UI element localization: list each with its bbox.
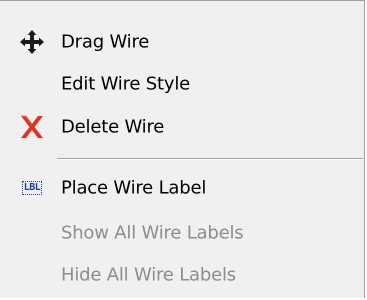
menu-item-label: Delete Wire — [61, 116, 165, 138]
move-arrows-icon — [18, 28, 46, 56]
menu-item-drag-wire[interactable]: Drag Wire — [0, 22, 364, 62]
lbl-icon: LBL — [21, 181, 43, 195]
menu-separator — [57, 158, 363, 160]
context-menu: Drag Wire Edit Wire Style Delete Wire LB… — [0, 0, 365, 298]
menu-item-label: Place Wire Label — [61, 177, 207, 199]
red-x-icon — [18, 113, 46, 141]
menu-item-place-wire-label[interactable]: LBL Place Wire Label — [0, 168, 364, 208]
menu-item-label: Hide All Wire Labels — [61, 264, 236, 286]
menu-item-label: Edit Wire Style — [61, 73, 190, 95]
menu-item-label: Show All Wire Labels — [61, 222, 244, 244]
menu-item-label: Drag Wire — [61, 31, 150, 53]
menu-item-show-all-wire-labels[interactable]: Show All Wire Labels — [0, 213, 364, 253]
menu-item-hide-all-wire-labels[interactable]: Hide All Wire Labels — [0, 255, 364, 295]
menu-item-edit-wire-style[interactable]: Edit Wire Style — [0, 64, 364, 104]
menu-item-delete-wire[interactable]: Delete Wire — [0, 107, 364, 147]
